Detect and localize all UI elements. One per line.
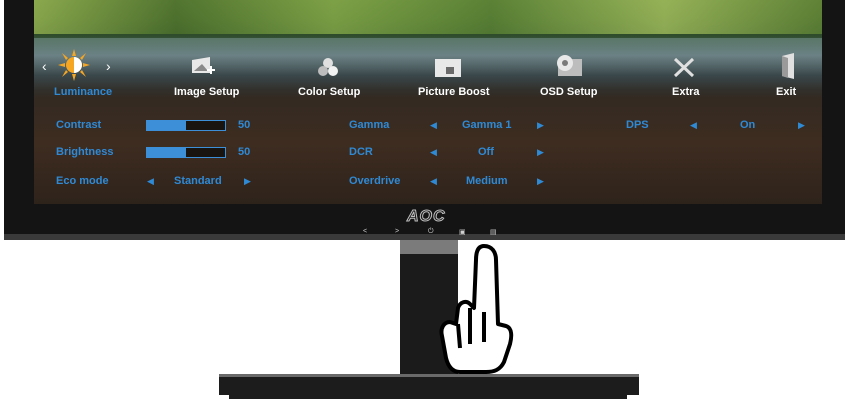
color-setup-icon (318, 58, 338, 76)
brightness-value: 50 (238, 146, 251, 158)
dcr-left-arrow-icon[interactable]: ◀ (430, 147, 437, 158)
overdrive-left-arrow-icon[interactable]: ◀ (430, 176, 437, 187)
dps-right-arrow-icon[interactable]: ▶ (798, 120, 805, 131)
tab-label: OSD Setup (540, 86, 598, 98)
background-greenery (34, 0, 822, 34)
gamma-right-arrow-icon[interactable]: ▶ (537, 120, 544, 131)
overdrive-value: Medium (466, 175, 508, 187)
eco-mode-left-arrow-icon[interactable]: ◀ (147, 176, 154, 187)
brightness-label: Brightness (56, 146, 114, 158)
tab-label: Extra (672, 86, 700, 98)
overdrive-label: Overdrive (349, 175, 401, 187)
brightness-slider[interactable] (146, 147, 226, 158)
eco-mode-label: Eco mode (56, 175, 109, 187)
gamma-value: Gamma 1 (462, 119, 512, 131)
tab-label: Color Setup (298, 86, 361, 98)
dcr-label: DCR (349, 146, 373, 158)
monitor-screen: ‹ › Luminance Image Setup Color Setup Pi… (34, 0, 822, 204)
gamma-left-arrow-icon[interactable]: ◀ (430, 120, 437, 131)
pointing-hand-icon (439, 244, 514, 374)
osd-setup-icon (557, 55, 582, 76)
extra-icon (673, 57, 695, 78)
contrast-slider-fill (147, 121, 186, 130)
exit-icon (782, 53, 794, 79)
contrast-slider[interactable] (146, 120, 226, 131)
gamma-label: Gamma (349, 119, 390, 131)
tab-label: Picture Boost (418, 86, 490, 98)
dps-left-arrow-icon[interactable]: ◀ (690, 120, 697, 131)
dcr-value: Off (478, 146, 494, 158)
eco-mode-value: Standard (174, 175, 222, 187)
tab-label: Exit (776, 86, 797, 98)
tab-right-arrow-icon[interactable]: › (106, 58, 111, 74)
dps-value: On (740, 119, 756, 131)
contrast-label: Contrast (56, 119, 102, 131)
right-arrow-button[interactable]: > (395, 228, 399, 235)
source-button[interactable]: ▣ (459, 228, 466, 236)
menu-button[interactable]: ▤ (490, 228, 497, 236)
eco-mode-right-arrow-icon[interactable]: ▶ (244, 176, 251, 187)
tab-label: Image Setup (174, 86, 240, 98)
power-button[interactable]: ⏻ (428, 228, 434, 236)
tab-left-arrow-icon[interactable]: ‹ (42, 58, 47, 74)
image-setup-icon (192, 57, 215, 74)
picture-boost-icon (435, 59, 461, 77)
left-arrow-button[interactable]: < (363, 228, 367, 235)
brightness-icon (58, 49, 90, 81)
dcr-right-arrow-icon[interactable]: ▶ (537, 147, 544, 158)
background-lake-reflection (34, 38, 822, 90)
aoc-logo: AOC (407, 208, 446, 226)
tab-label: Luminance (54, 86, 113, 98)
monitor-stand-foot (229, 392, 627, 399)
dps-label: DPS (626, 119, 649, 131)
overdrive-right-arrow-icon[interactable]: ▶ (537, 176, 544, 187)
brightness-slider-fill (147, 148, 186, 157)
contrast-value: 50 (238, 119, 251, 131)
